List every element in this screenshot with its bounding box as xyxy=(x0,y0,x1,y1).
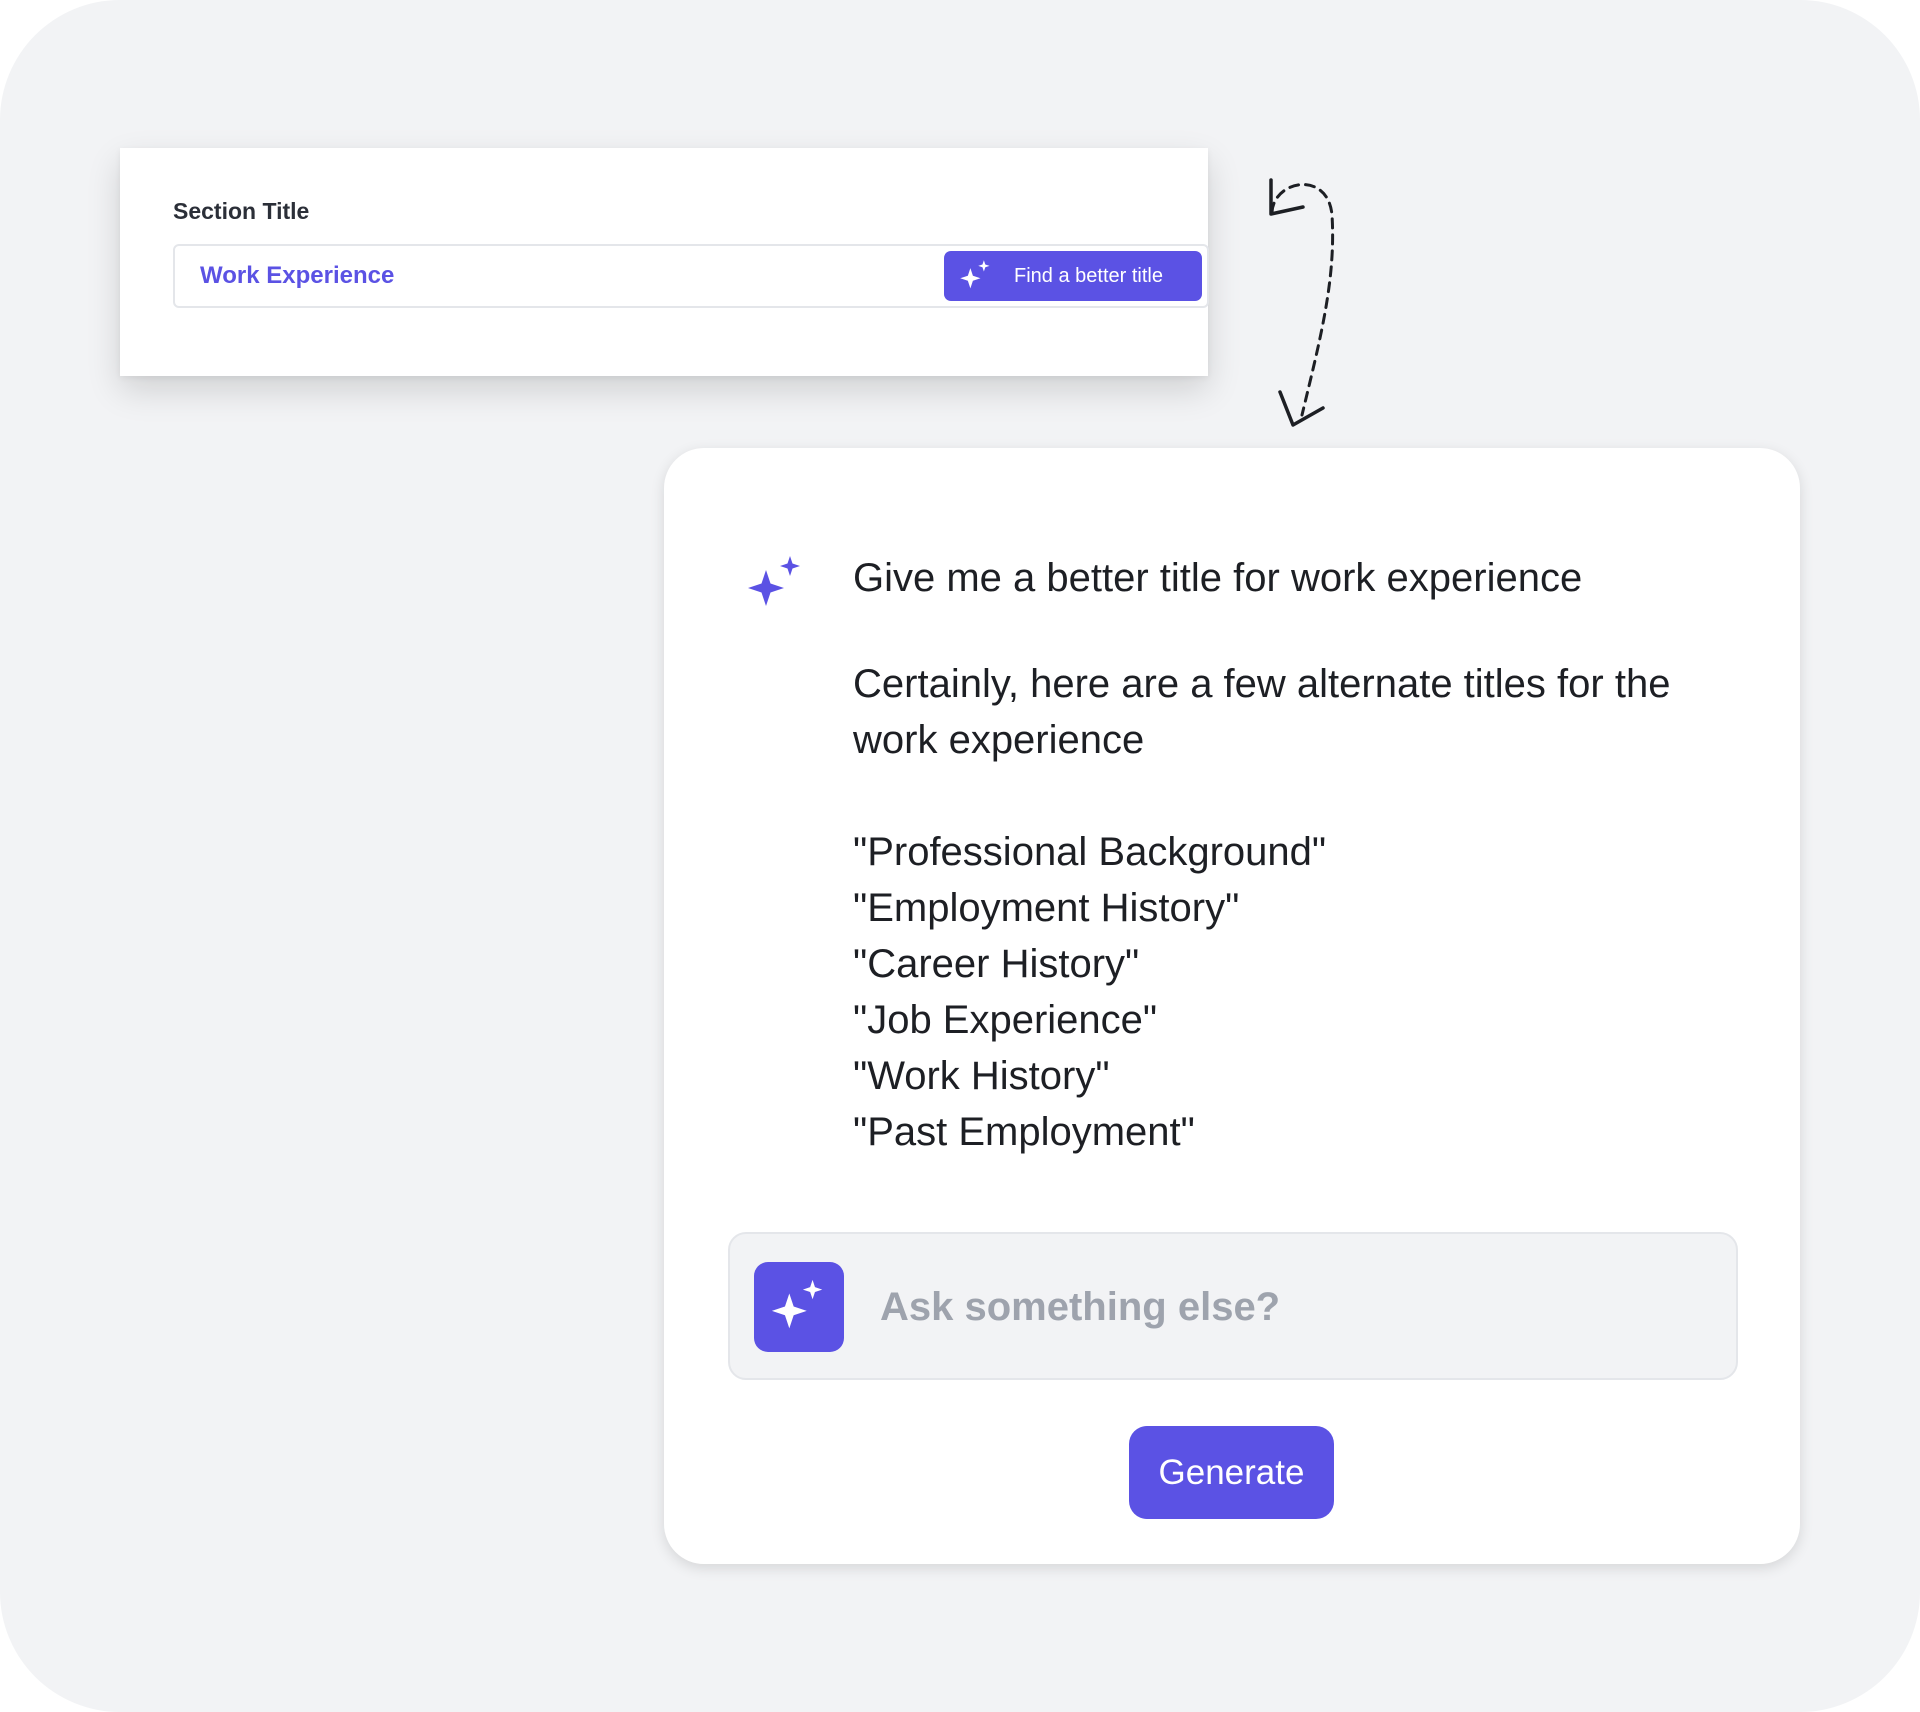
section-title-label: Section Title xyxy=(173,198,310,224)
ai-answer: Certainly, here are a few alternate titl… xyxy=(853,662,1671,762)
ai-chat-card: Give me a better title for work experien… xyxy=(664,448,1800,1564)
sparkle-glyph xyxy=(771,1279,823,1329)
sparkle-icon xyxy=(748,556,800,606)
ask-box[interactable] xyxy=(728,1232,1738,1380)
suggestion-item: "Career History" xyxy=(853,942,1140,986)
suggestion-item: "Work History" xyxy=(853,1054,1110,1098)
find-better-title-button[interactable]: Find a better title xyxy=(944,251,1202,301)
title-suggestions: "Professional Background" "Employment Hi… xyxy=(853,824,1326,1160)
sparkle-icon xyxy=(754,1262,844,1352)
find-better-title-label: Find a better title xyxy=(1014,264,1163,287)
section-title-value[interactable]: Work Experience xyxy=(200,262,394,290)
sparkle-icon xyxy=(960,260,990,289)
canvas: Section Title Work Experience Find a bet… xyxy=(0,0,1920,1712)
user-prompt: Give me a better title for work experien… xyxy=(853,556,1583,600)
suggestion-item: "Job Experience" xyxy=(853,998,1158,1042)
suggestion-item: "Professional Background" xyxy=(853,830,1327,874)
suggestion-item: "Past Employment" xyxy=(853,1110,1195,1154)
suggestion-item: "Employment History" xyxy=(853,886,1240,930)
ask-input[interactable] xyxy=(878,1270,1702,1344)
section-title-card: Section Title Work Experience Find a bet… xyxy=(120,148,1209,376)
generate-button[interactable]: Generate xyxy=(1129,1426,1334,1519)
section-title-field[interactable]: Work Experience Find a better title xyxy=(173,244,1209,308)
dashed-arrow-icon xyxy=(1269,178,1335,427)
